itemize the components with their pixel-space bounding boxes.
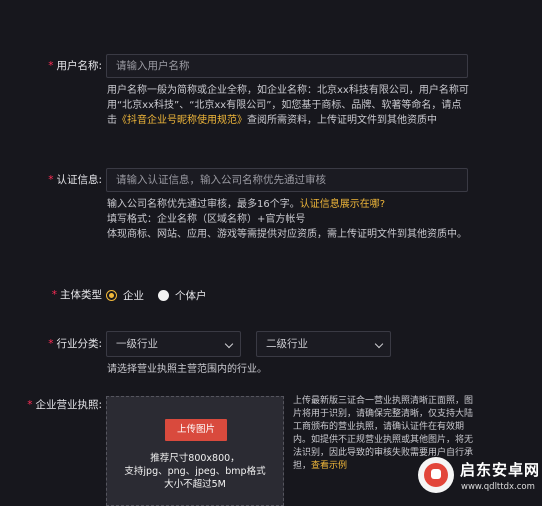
verification-label: * 认证信息: [48,174,102,186]
username-label: * 用户名称: [48,60,102,72]
watermark-title: 启东安卓网 [460,461,541,479]
upload-image-button[interactable]: 上传图片 [165,419,227,441]
license-label: * 企业营业执照: [27,399,102,411]
username-help: 用户名称一般为简称或企业全称，如企业名称：北京xx科技有限公司，用户名称可用“北… [107,85,469,126]
entity-type-radio-group: 企业 个体户 [106,283,207,307]
primary-industry-select[interactable]: 一级行业 [106,331,241,357]
verification-help: 输入公司名称优先通过审核，最多16个字。认证信息展示在哪? 填写格式：企业名称（… [107,199,467,240]
radio-enterprise[interactable] [106,289,117,301]
radio-individual[interactable] [158,289,169,301]
industry-help: 请选择营业执照主营范围内的行业。 [107,364,267,375]
nickname-rules-link[interactable]: 《抖音企业号昵称使用规范》 [117,115,247,126]
required-mark: * [51,289,57,301]
site-watermark: 启东安卓网 www.qdlttdx.com [418,455,542,500]
industry-label: * 行业分类: [48,338,102,350]
upload-hint: 推荐尺寸800x800， 支持jpg、png、jpeg、bmp格式 大小不超过5… [124,453,266,490]
verification-input[interactable]: 请输入认证信息，输入公司名称优先通过审核 [106,168,468,192]
radio-individual-label[interactable]: 个体户 [175,288,207,303]
required-mark: * [48,60,54,72]
required-mark: * [48,338,54,350]
watermark-url: www.qdlttdx.com [461,482,535,492]
license-upload-area[interactable]: 上传图片 推荐尺寸800x800， 支持jpg、png、jpeg、bmp格式 大… [106,396,284,506]
chevron-down-icon [224,339,234,349]
required-mark: * [27,399,33,411]
username-input[interactable]: 请输入用户名称 [106,54,468,78]
entity-type-label: * 主体类型 [51,289,102,301]
secondary-industry-select[interactable]: 二级行业 [256,331,391,357]
view-example-link[interactable]: 查看示例 [311,461,347,471]
required-mark: * [48,174,54,186]
chevron-down-icon [374,339,384,349]
radio-enterprise-label[interactable]: 企业 [123,288,144,303]
verification-display-link[interactable]: 认证信息展示在哪? [300,199,385,210]
watermark-logo-icon [418,457,454,493]
